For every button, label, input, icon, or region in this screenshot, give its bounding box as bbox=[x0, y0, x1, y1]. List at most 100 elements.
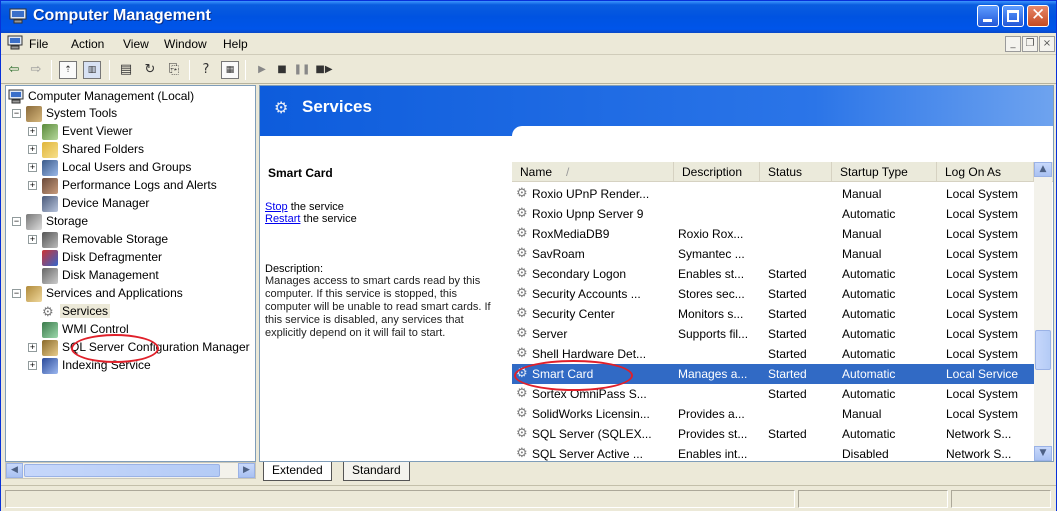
help-icon[interactable]: ? bbox=[197, 61, 215, 79]
link-suffix: the service bbox=[287, 201, 344, 213]
stop-icon[interactable]: ■ bbox=[273, 61, 291, 79]
tab-standard[interactable]: Standard bbox=[343, 462, 410, 481]
collapse-icon[interactable]: − bbox=[12, 217, 21, 226]
back-icon[interactable]: ⇦ bbox=[5, 61, 23, 79]
tree-label: Removable Storage bbox=[62, 232, 169, 246]
menu-help[interactable]: Help bbox=[223, 37, 248, 51]
table-cell-name: Roxio UPnP Render... bbox=[532, 187, 650, 201]
table-row[interactable]: ⚙ SQL Server Active ... Enables int... Disa… bbox=[512, 444, 1034, 461]
table-row[interactable]: ⚙ Security Center Monitors s... Started Auto… bbox=[512, 304, 1034, 324]
table-row[interactable]: ⚙ Security Accounts ... Stores sec... Start… bbox=[512, 284, 1034, 304]
scroll-left-button[interactable]: ◀ bbox=[6, 463, 23, 478]
restart-link[interactable]: Restart bbox=[265, 213, 300, 225]
expand-icon[interactable]: + bbox=[28, 235, 37, 244]
table-row[interactable]: ⚙ SolidWorks Licensin... Provides a... Manu… bbox=[512, 404, 1034, 424]
table-cell-startup-type: Manual bbox=[842, 407, 882, 421]
table-cell-status: Started bbox=[768, 427, 807, 441]
service-gear-icon: ⚙ bbox=[516, 226, 528, 241]
status-section-main bbox=[5, 490, 795, 508]
table-row[interactable]: ⚙ Sortex OmniPass S... Started Automatic Loc… bbox=[512, 384, 1034, 404]
scroll-thumb[interactable] bbox=[1035, 330, 1051, 370]
table-cell-startup-type: Manual bbox=[842, 187, 882, 201]
console-icon[interactable]: ▦ bbox=[221, 61, 239, 79]
table-row[interactable]: ⚙ Secondary Logon Enables st... Started Auto… bbox=[512, 264, 1034, 284]
export-list-icon[interactable]: ⎘ bbox=[165, 61, 183, 79]
menu-file[interactable]: File bbox=[29, 37, 48, 51]
column-description[interactable]: Description bbox=[674, 162, 760, 182]
minimize-button[interactable] bbox=[977, 5, 999, 27]
mdi-close-button[interactable]: × bbox=[1039, 36, 1055, 52]
column-log-on-as[interactable]: Log On As bbox=[937, 162, 1034, 182]
play-icon[interactable]: ▶ bbox=[253, 61, 271, 79]
mdi-minimize-button[interactable]: _ bbox=[1005, 36, 1021, 52]
table-row[interactable]: ⚙ Smart Card Manages a... Started Automatic L… bbox=[512, 364, 1034, 384]
menu-window[interactable]: Window bbox=[164, 37, 207, 51]
scroll-right-button[interactable]: ▶ bbox=[238, 463, 255, 478]
expand-icon[interactable]: + bbox=[28, 127, 37, 136]
expand-icon[interactable]: + bbox=[28, 145, 37, 154]
close-button[interactable]: ✕ bbox=[1027, 5, 1049, 27]
scroll-up-button[interactable]: ▲ bbox=[1034, 162, 1052, 177]
table-cell-startup-type: Manual bbox=[842, 247, 882, 261]
pause-icon[interactable]: ❚❚ bbox=[293, 61, 311, 79]
column-name[interactable]: Name / bbox=[512, 162, 674, 182]
stop-link[interactable]: Stop bbox=[265, 201, 288, 213]
console-tree[interactable]: Computer Management (Local) − System Too… bbox=[5, 85, 256, 462]
service-gear-icon: ⚙ bbox=[516, 406, 528, 421]
expand-icon[interactable]: + bbox=[28, 163, 37, 172]
table-cell-description: Enables int... bbox=[678, 447, 748, 461]
menu-action[interactable]: Action bbox=[71, 37, 104, 51]
column-startup-type[interactable]: Startup Type bbox=[832, 162, 937, 182]
gear-icon: ⚙ bbox=[42, 304, 54, 319]
table-cell-log-on-as: Local System bbox=[946, 407, 1019, 421]
service-gear-icon: ⚙ bbox=[516, 306, 528, 321]
properties-icon[interactable]: ▤ bbox=[117, 61, 135, 79]
tab-extended[interactable]: Extended bbox=[263, 462, 332, 481]
table-cell-log-on-as: Network S... bbox=[946, 427, 1012, 441]
collapse-icon[interactable]: − bbox=[12, 289, 21, 298]
details-pane: ⚙ Services Smart Card Stop the service R… bbox=[259, 85, 1054, 462]
system-menu-icon[interactable] bbox=[7, 35, 23, 51]
column-status[interactable]: Status bbox=[760, 162, 832, 182]
tree-horizontal-scrollbar[interactable]: ◀ ▶ bbox=[5, 462, 256, 479]
table-vertical-scrollbar[interactable]: ▲ ▼ bbox=[1034, 162, 1052, 461]
description-label: Description: bbox=[265, 263, 324, 275]
table-cell-status: Started bbox=[768, 327, 807, 341]
restart-icon[interactable]: ■▶ bbox=[315, 61, 333, 79]
expand-icon[interactable]: + bbox=[28, 343, 37, 352]
maximize-button[interactable] bbox=[1002, 5, 1024, 27]
scroll-thumb[interactable] bbox=[24, 464, 220, 477]
table-cell-description: Monitors s... bbox=[678, 307, 744, 321]
service-gear-icon: ⚙ bbox=[516, 426, 528, 441]
up-folder-icon[interactable]: ⇡ bbox=[59, 61, 77, 79]
service-gear-icon: ⚙ bbox=[516, 446, 528, 461]
table-row[interactable]: ⚙ Roxio UPnP Render... Manual Local System bbox=[512, 184, 1034, 204]
table-row[interactable]: ⚙ SQL Server (SQLEX... Provides st... Start… bbox=[512, 424, 1034, 444]
title-bar[interactable]: Computer Management ✕ bbox=[1, 1, 1056, 33]
expand-icon[interactable]: + bbox=[28, 361, 37, 370]
shared-folder-icon bbox=[42, 142, 58, 158]
table-cell-log-on-as: Local System bbox=[946, 347, 1019, 361]
mdi-restore-button[interactable]: ❐ bbox=[1022, 36, 1038, 52]
scroll-down-button[interactable]: ▼ bbox=[1034, 446, 1052, 461]
table-row[interactable]: ⚙ Shell Hardware Det... Started Automatic Lo… bbox=[512, 344, 1034, 364]
table-cell-name: Smart Card bbox=[532, 367, 594, 381]
show-hide-tree-icon[interactable]: ▥ bbox=[83, 61, 101, 79]
storage-icon bbox=[26, 214, 42, 230]
table-row[interactable]: ⚙ Server Supports fil... Started Automatic Lo… bbox=[512, 324, 1034, 344]
table-cell-name: SQL Server Active ... bbox=[532, 447, 643, 461]
expand-icon[interactable]: + bbox=[28, 181, 37, 190]
table-cell-log-on-as: Local System bbox=[946, 247, 1019, 261]
table-cell-log-on-as: Local System bbox=[946, 327, 1019, 341]
table-row[interactable]: ⚙ SavRoam Symantec ... Manual Local System bbox=[512, 244, 1034, 264]
menu-view[interactable]: View bbox=[123, 37, 149, 51]
table-row[interactable]: ⚙ Roxio Upnp Server 9 Automatic Local Syste… bbox=[512, 204, 1034, 224]
refresh-icon[interactable]: ↻ bbox=[141, 61, 159, 79]
service-gear-icon: ⚙ bbox=[516, 206, 528, 221]
service-gear-icon: ⚙ bbox=[516, 266, 528, 281]
collapse-icon[interactable]: − bbox=[12, 109, 21, 118]
forward-icon[interactable]: ⇨ bbox=[27, 61, 45, 79]
table-row[interactable]: ⚙ RoxMediaDB9 Roxio Rox... Manual Local Syst… bbox=[512, 224, 1034, 244]
table-cell-description: Roxio Rox... bbox=[678, 227, 744, 241]
table-cell-name: Shell Hardware Det... bbox=[532, 347, 647, 361]
